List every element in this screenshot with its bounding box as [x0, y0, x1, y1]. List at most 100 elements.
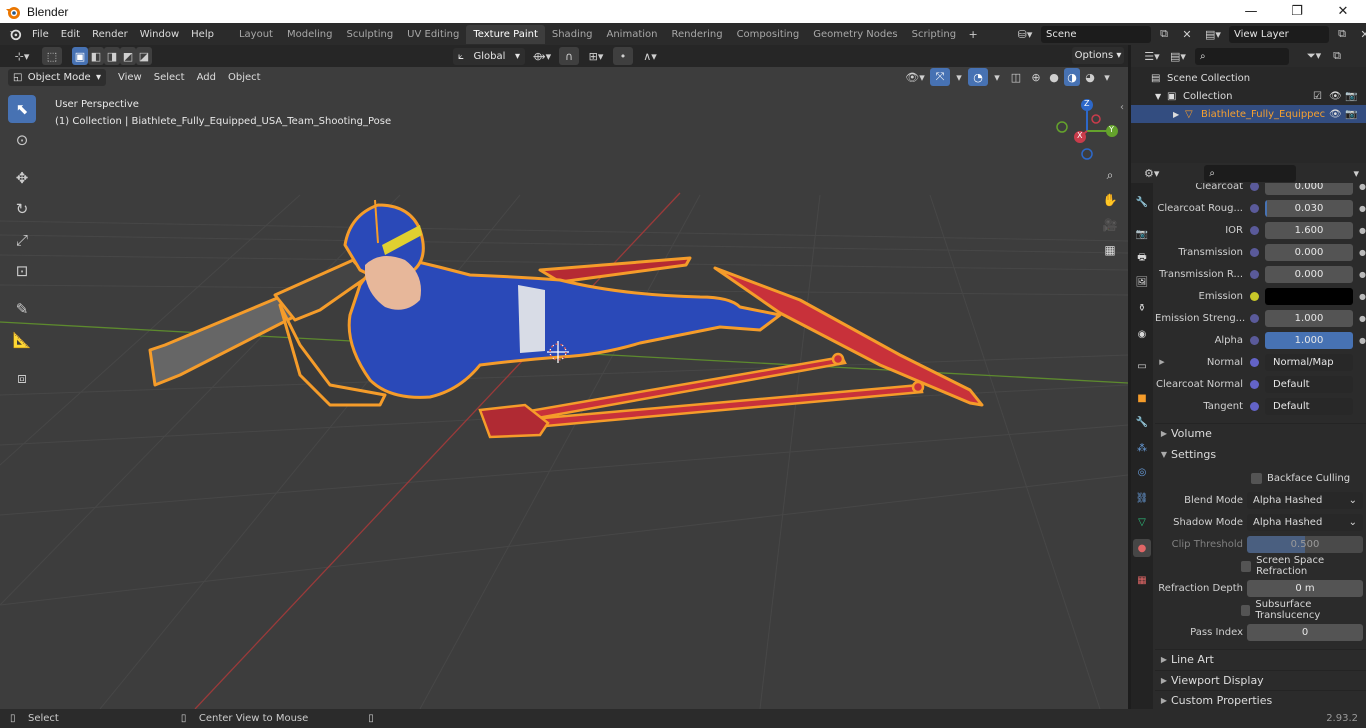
menu-window[interactable]: Window: [134, 24, 185, 44]
prop-value-field[interactable]: 1.600: [1265, 221, 1353, 239]
display-mode-icon[interactable]: ▤▾: [1165, 47, 1191, 65]
keyframe-dot-icon[interactable]: ●: [1359, 336, 1366, 345]
scene-tab-icon[interactable]: ⚱: [1133, 299, 1151, 317]
socket-dot-icon[interactable]: [1250, 335, 1259, 345]
outliner-editor-type-icon[interactable]: ☰▾: [1139, 47, 1165, 65]
camera-render-icon[interactable]: 📷: [1345, 91, 1357, 102]
physics-tab-icon[interactable]: ◎: [1133, 463, 1151, 481]
particles-tab-icon[interactable]: ⁂: [1133, 439, 1151, 457]
select-tool-icon[interactable]: ⬉: [8, 95, 36, 123]
select-new-icon[interactable]: ▣: [72, 47, 88, 65]
tab-shading[interactable]: Shading: [545, 25, 600, 44]
viewport-menu-add[interactable]: Add: [191, 67, 222, 87]
zoom-icon[interactable]: ⌕: [1099, 164, 1121, 186]
outliner-row-scene-collection[interactable]: ▤ Scene Collection: [1131, 69, 1366, 87]
editor-type-icon[interactable]: ⊹▾: [8, 47, 36, 65]
tab-uv-editing[interactable]: UV Editing: [400, 25, 466, 44]
solid-shading-icon[interactable]: ●: [1046, 68, 1062, 86]
keyframe-dot-icon[interactable]: ●: [1359, 226, 1366, 235]
tab-animation[interactable]: Animation: [600, 25, 665, 44]
new-view-layer-icon[interactable]: ⧉: [1332, 25, 1352, 43]
shading-dropdown-icon[interactable]: ▾: [1100, 68, 1114, 86]
prop-value-field[interactable]: 1.000: [1265, 331, 1353, 349]
prop-link-field[interactable]: Normal/Map: [1265, 353, 1353, 371]
socket-dot-icon[interactable]: [1250, 357, 1259, 367]
menu-help[interactable]: Help: [185, 24, 220, 44]
prop-value-field[interactable]: 0.000: [1265, 243, 1353, 261]
scene-selector-icon[interactable]: ⛁▾: [1012, 25, 1038, 43]
menu-file[interactable]: File: [26, 24, 55, 44]
ssr-row[interactable]: Screen Space Refraction: [1155, 555, 1366, 577]
select-extend-icon[interactable]: ◧: [88, 47, 104, 65]
socket-dot-icon[interactable]: [1250, 379, 1259, 389]
tool-tab-icon[interactable]: 🔧: [1133, 193, 1151, 211]
move-tool-icon[interactable]: ✥: [8, 164, 36, 192]
gizmo-x-label[interactable]: X: [1077, 131, 1082, 140]
socket-dot-icon[interactable]: [1250, 313, 1259, 323]
options-dropdown[interactable]: Options ▾: [1072, 47, 1124, 64]
snap-icon[interactable]: ∩: [559, 47, 579, 65]
tab-scripting[interactable]: Scripting: [905, 25, 963, 44]
transform-orientation-dropdown[interactable]: ⟀ Global ▾: [453, 47, 525, 65]
proportional-edit-icon[interactable]: •: [613, 47, 633, 65]
panel-line-art[interactable]: ▶ Line Art: [1155, 649, 1366, 669]
tab-rendering[interactable]: Rendering: [664, 25, 729, 44]
prop-link-field[interactable]: Default: [1265, 375, 1353, 393]
blend-mode-dropdown[interactable]: Alpha Hashed ⌄: [1247, 491, 1363, 509]
expand-triangle-icon[interactable]: ▼: [1155, 92, 1167, 101]
exclude-checkbox-icon[interactable]: ☑: [1313, 91, 1322, 102]
pass-index-field[interactable]: 0: [1247, 623, 1363, 641]
socket-dot-icon[interactable]: [1250, 225, 1259, 235]
new-scene-icon[interactable]: ⧉: [1154, 25, 1174, 43]
view-layer-tab-icon[interactable]: 🖼: [1133, 273, 1151, 291]
rotate-tool-icon[interactable]: ↻: [8, 195, 36, 223]
prop-value-field[interactable]: 0.000: [1265, 265, 1353, 283]
add-workspace-button[interactable]: +: [963, 25, 983, 43]
panel-settings[interactable]: ▼ Settings: [1155, 444, 1366, 464]
prop-value-field[interactable]: 1.000: [1265, 309, 1353, 327]
socket-dot-icon[interactable]: [1250, 247, 1259, 257]
material-tab-icon[interactable]: ●: [1133, 539, 1151, 557]
properties-editor-type-icon[interactable]: ⚙▾: [1139, 164, 1164, 182]
clip-threshold-field[interactable]: 0.500: [1247, 535, 1363, 553]
pivot-point-icon[interactable]: ⟴▾: [529, 47, 555, 65]
transform-tool-icon[interactable]: ⊡: [8, 257, 36, 285]
gizmo-y-label[interactable]: Y: [1109, 125, 1114, 134]
sss-row[interactable]: Subsurface Translucency: [1155, 599, 1366, 621]
properties-search-input[interactable]: ⌕: [1204, 164, 1297, 182]
close-button[interactable]: ✕: [1320, 0, 1366, 23]
ortho-grid-icon[interactable]: ▦: [1099, 239, 1121, 261]
prop-value-field[interactable]: 0.000: [1265, 183, 1353, 195]
socket-dot-icon[interactable]: [1250, 183, 1259, 191]
add-cube-tool-icon[interactable]: ⧈: [8, 364, 36, 392]
keyframe-dot-icon[interactable]: ●: [1359, 292, 1366, 301]
mode-dropdown[interactable]: ◱ Object Mode ▾: [8, 68, 106, 86]
socket-dot-icon[interactable]: [1250, 291, 1259, 301]
panel-custom-properties[interactable]: ▶ Custom Properties: [1155, 690, 1366, 709]
tab-texture-paint[interactable]: Texture Paint: [466, 24, 545, 44]
tab-layout[interactable]: Layout: [232, 25, 280, 44]
tab-compositing[interactable]: Compositing: [730, 25, 807, 44]
outliner-row-biathlete[interactable]: ▶ ▽ Biathlete_Fully_Equippec 👁 📷: [1131, 105, 1366, 123]
prop-link-field[interactable]: Default: [1265, 397, 1353, 415]
menu-edit[interactable]: Edit: [55, 24, 86, 44]
keyframe-dot-icon[interactable]: ●: [1359, 314, 1366, 323]
view-layer-field[interactable]: View Layer: [1229, 25, 1329, 43]
modifier-tab-icon[interactable]: 🔧: [1133, 413, 1151, 431]
select-intersect-icon[interactable]: ◪: [136, 47, 152, 65]
annotate-tool-icon[interactable]: ✎: [8, 295, 36, 323]
scene-name-field[interactable]: Scene: [1041, 25, 1151, 43]
tab-sculpting[interactable]: Sculpting: [339, 25, 400, 44]
data-tab-icon[interactable]: ▽: [1133, 513, 1151, 531]
backface-culling-checkbox[interactable]: [1251, 472, 1262, 484]
xray-icon[interactable]: ◫: [1006, 68, 1026, 86]
constraints-tab-icon[interactable]: ⛓: [1133, 489, 1151, 507]
shadow-mode-dropdown[interactable]: Alpha Hashed ⌄: [1247, 513, 1363, 531]
sidebar-toggle-icon[interactable]: ‹: [1120, 102, 1124, 113]
ssr-checkbox[interactable]: [1241, 560, 1252, 572]
falloff-icon[interactable]: ∧▾: [637, 47, 663, 65]
select-box-tool-icon[interactable]: ⬚: [42, 47, 62, 65]
keyframe-dot-icon[interactable]: ●: [1359, 270, 1366, 279]
viewport-menu-select[interactable]: Select: [148, 67, 191, 87]
outliner-search-input[interactable]: ⌕: [1195, 47, 1289, 65]
